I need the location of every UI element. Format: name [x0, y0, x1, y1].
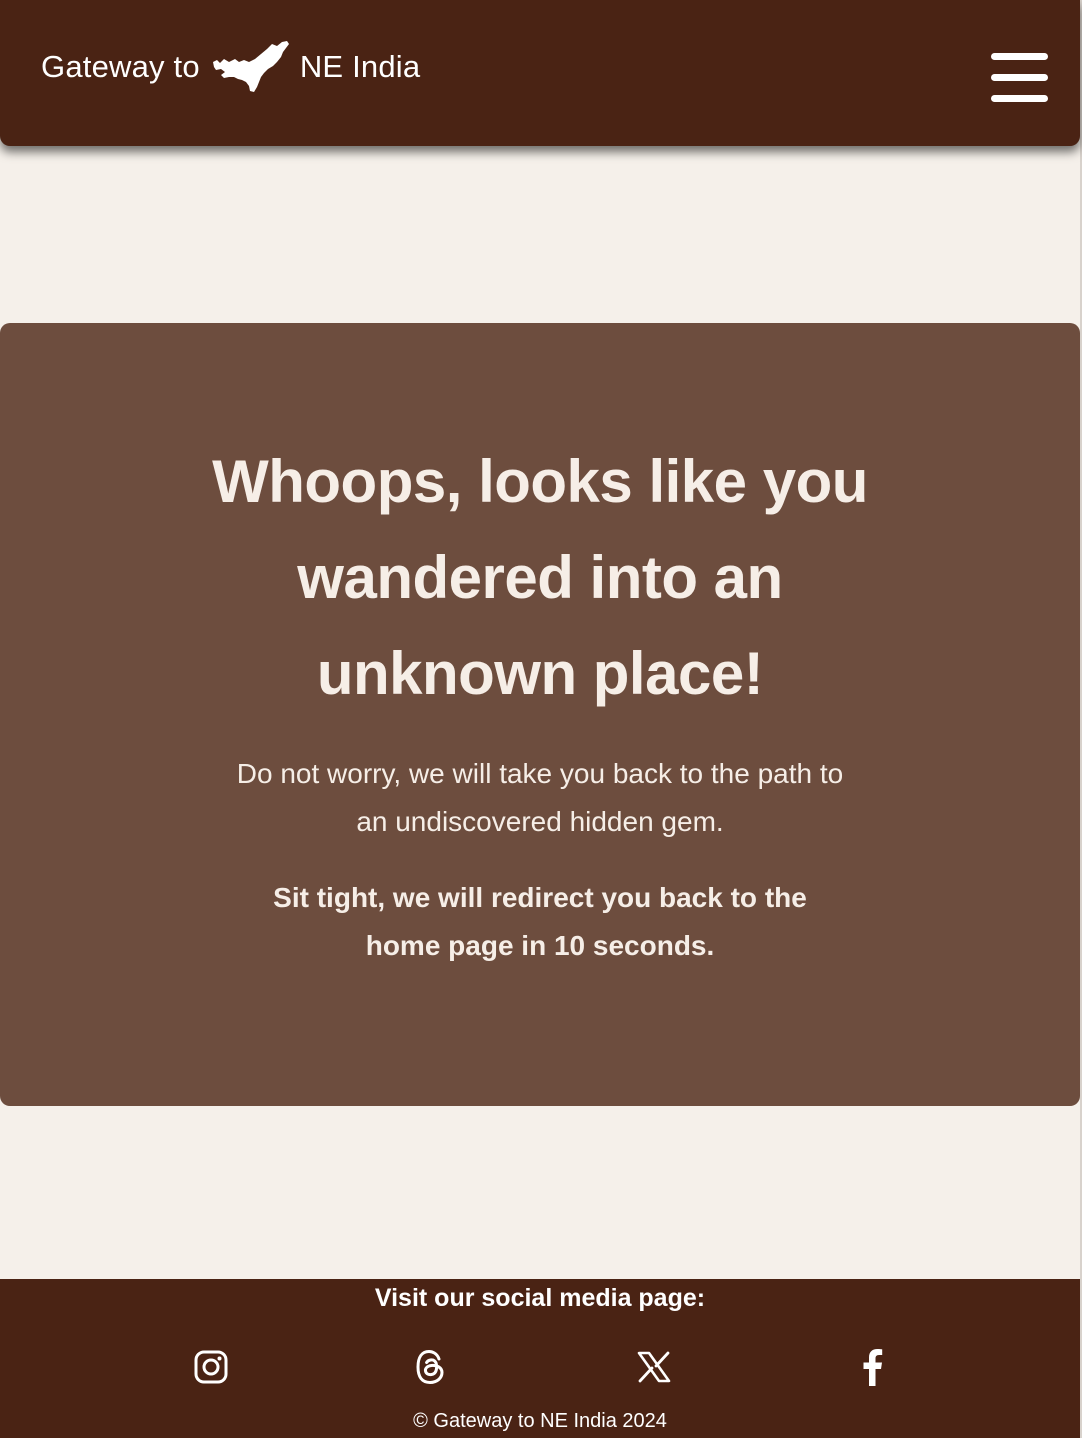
menu-bar — [991, 74, 1048, 81]
copyright: © Gateway to NE India 2024 — [413, 1410, 667, 1432]
social-heading: Visit our social media page: — [374, 1284, 706, 1312]
brand-home-link[interactable]: Gateway to NE India — [41, 38, 420, 96]
instagram-icon — [194, 1350, 228, 1384]
x-link[interactable] — [634, 1347, 674, 1387]
error-message: Do not worry, we will take you back to t… — [236, 758, 844, 837]
threads-icon — [416, 1349, 444, 1385]
threads-link[interactable] — [411, 1347, 451, 1387]
facebook-icon — [863, 1349, 883, 1386]
redirect-notice: Sit tight, we will redirect you back to … — [273, 882, 807, 961]
hamburger-menu-icon[interactable] — [991, 53, 1049, 103]
brand-prefix: Gateway to — [41, 49, 200, 84]
facebook-link[interactable] — [852, 1347, 892, 1387]
error-title: Whoops, looks like you wandered into an … — [212, 448, 868, 707]
x-icon — [637, 1351, 671, 1383]
menu-bar — [991, 53, 1048, 60]
site-footer: Visit our social media page: © Gateway t… — [0, 1279, 1080, 1438]
brand-suffix: NE India — [299, 49, 421, 84]
assam-map-icon — [212, 41, 289, 92]
site-header: Gateway to NE India — [0, 0, 1080, 146]
instagram-link[interactable] — [191, 1347, 231, 1387]
menu-bar — [991, 95, 1048, 102]
